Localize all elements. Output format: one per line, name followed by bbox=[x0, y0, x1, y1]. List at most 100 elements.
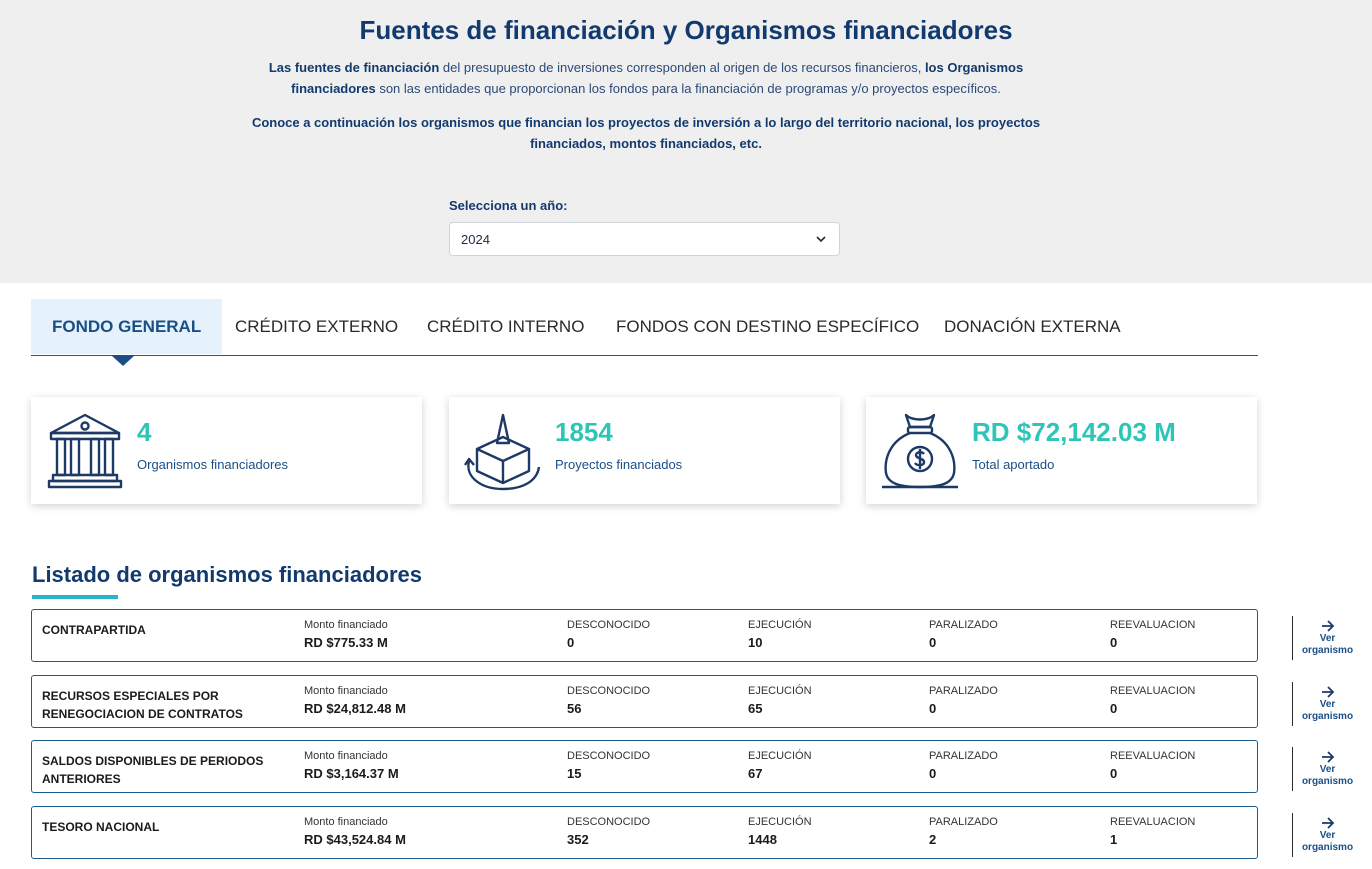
paralizado-column: PARALIZADO 0 bbox=[929, 619, 998, 650]
ver-label: Ver bbox=[1319, 764, 1336, 775]
ejecucion-label: EJECUCIÓN bbox=[748, 750, 812, 762]
reevaluacion-label: REEVALUACION bbox=[1110, 619, 1196, 631]
organismo-name: CONTRAPARTIDA bbox=[42, 623, 146, 637]
year-select-label: Selecciona un año: bbox=[449, 198, 568, 213]
stat-label: Proyectos financiados bbox=[555, 457, 683, 472]
list-title: Listado de organismos financiadores bbox=[32, 562, 422, 587]
monto-value: RD $3,164.37 M bbox=[304, 766, 399, 781]
chevron-down-icon bbox=[816, 236, 826, 243]
paralizado-column: PARALIZADO 2 bbox=[929, 816, 998, 847]
monto-value: RD $24,812.48 M bbox=[304, 701, 406, 716]
paralizado-value: 0 bbox=[929, 701, 937, 716]
tab-donacion-externa[interactable]: DONACIÓN EXTERNA bbox=[944, 299, 1121, 354]
monto-column: Monto financiado RD $24,812.48 M bbox=[304, 685, 406, 716]
stat-label: Total aportado bbox=[972, 457, 1055, 472]
paralizado-column: PARALIZADO 0 bbox=[929, 685, 998, 716]
desconocido-label: DESCONOCIDO bbox=[567, 685, 651, 697]
funding-source-tabs: FONDO GENERAL CRÉDITO EXTERNO CRÉDITO IN… bbox=[31, 299, 1258, 366]
desconocido-value: 0 bbox=[567, 635, 575, 650]
arrow-right-icon bbox=[1321, 817, 1334, 829]
desc-text-2: son las entidades que proporcionan los f… bbox=[375, 81, 1001, 96]
arrow-right-icon bbox=[1321, 751, 1334, 763]
desc-bold-1: Las fuentes de financiación bbox=[268, 60, 440, 75]
arrow-right-icon bbox=[1321, 620, 1334, 632]
table-row: TESORO NACIONAL Monto financiado RD $43,… bbox=[31, 806, 1258, 859]
table-row: CONTRAPARTIDA Monto financiado RD $775.3… bbox=[31, 609, 1258, 662]
ejecucion-label: EJECUCIÓN bbox=[748, 685, 812, 697]
ejecucion-value: 65 bbox=[748, 701, 763, 716]
ejecucion-value: 67 bbox=[748, 766, 763, 781]
desconocido-column: DESCONOCIDO 352 bbox=[567, 816, 650, 847]
paralizado-value: 2 bbox=[929, 832, 937, 847]
ejecucion-label: EJECUCIÓN bbox=[748, 619, 812, 631]
desconocido-column: DESCONOCIDO 0 bbox=[567, 619, 650, 650]
ejecucion-column: EJECUCIÓN 67 bbox=[748, 750, 812, 781]
tab-credito-interno[interactable]: CRÉDITO INTERNO bbox=[427, 299, 584, 354]
stat-label: Organismos financiadores bbox=[137, 457, 289, 472]
paralizado-value: 0 bbox=[929, 766, 937, 781]
stat-card-proyectos: 1854 Proyectos financiados bbox=[449, 397, 840, 504]
money-bag-icon bbox=[882, 413, 958, 489]
hero-description: Las fuentes de financiación del presupue… bbox=[246, 57, 1046, 99]
reevaluacion-value: 0 bbox=[1110, 701, 1118, 716]
bank-building-icon bbox=[47, 413, 123, 489]
reevaluacion-value: 0 bbox=[1110, 635, 1118, 650]
ver-organismo-button[interactable]: Ver organismo bbox=[1292, 747, 1362, 791]
desconocido-label: DESCONOCIDO bbox=[567, 816, 651, 828]
organismo-name: RECURSOS ESPECIALES POR RENEGOCIACION DE… bbox=[42, 689, 243, 721]
monto-value: RD $43,524.84 M bbox=[304, 832, 406, 847]
desconocido-value: 56 bbox=[567, 701, 582, 716]
year-select[interactable]: 2024 bbox=[449, 222, 840, 256]
ver-organismo-button[interactable]: Ver organismo bbox=[1292, 616, 1362, 660]
page-title: Fuentes de financiación y Organismos fin… bbox=[359, 15, 1013, 45]
reevaluacion-column: REEVALUACION 0 bbox=[1110, 750, 1195, 781]
reevaluacion-label: REEVALUACION bbox=[1110, 685, 1196, 697]
list-title-underline bbox=[32, 595, 118, 599]
ver-label: Ver bbox=[1319, 633, 1336, 644]
desconocido-label: DESCONOCIDO bbox=[567, 619, 651, 631]
reevaluacion-column: REEVALUACION 0 bbox=[1110, 619, 1195, 650]
organismo-name: TESORO NACIONAL bbox=[42, 820, 160, 834]
desconocido-value: 352 bbox=[567, 832, 589, 847]
reevaluacion-value: 0 bbox=[1110, 766, 1118, 781]
project-box-icon bbox=[464, 413, 541, 491]
monto-value: RD $775.33 M bbox=[304, 635, 388, 650]
stat-value: RD $72,142.03 M bbox=[972, 417, 1176, 447]
desconocido-label: DESCONOCIDO bbox=[567, 750, 651, 762]
paralizado-label: PARALIZADO bbox=[929, 685, 998, 697]
ejecucion-value: 1448 bbox=[748, 832, 777, 847]
reevaluacion-value: 1 bbox=[1110, 832, 1118, 847]
year-select-value: 2024 bbox=[461, 232, 490, 247]
monto-column: Monto financiado RD $43,524.84 M bbox=[304, 816, 406, 847]
paralizado-column: PARALIZADO 0 bbox=[929, 750, 998, 781]
ver-label: Ver bbox=[1319, 699, 1336, 710]
ver-label: Ver bbox=[1319, 830, 1336, 841]
ver-organismo-button[interactable]: Ver organismo bbox=[1292, 682, 1362, 726]
active-tab-indicator bbox=[111, 355, 135, 366]
paralizado-label: PARALIZADO bbox=[929, 619, 998, 631]
tab-fondos-destino-especifico[interactable]: FONDOS CON DESTINO ESPECÍFICO bbox=[616, 299, 919, 354]
desc-text-1: del presupuesto de inversiones correspon… bbox=[439, 60, 925, 75]
ejecucion-column: EJECUCIÓN 10 bbox=[748, 619, 812, 650]
monto-column: Monto financiado RD $3,164.37 M bbox=[304, 750, 399, 781]
paralizado-label: PARALIZADO bbox=[929, 816, 998, 828]
monto-label: Monto financiado bbox=[304, 816, 388, 828]
organismo-name: SALDOS DISPONIBLES DE PERIODOS ANTERIORE… bbox=[42, 754, 264, 786]
stat-card-total: RD $72,142.03 M Total aportado bbox=[866, 397, 1257, 504]
desconocido-value: 15 bbox=[567, 766, 582, 781]
monto-label: Monto financiado bbox=[304, 619, 388, 631]
ejecucion-value: 10 bbox=[748, 635, 763, 650]
stat-card-organismos: 4 Organismos financiadores bbox=[31, 397, 422, 504]
ejecucion-column: EJECUCIÓN 65 bbox=[748, 685, 812, 716]
monto-column: Monto financiado RD $775.33 M bbox=[304, 619, 388, 650]
tab-fondo-general[interactable]: FONDO GENERAL bbox=[31, 299, 223, 354]
monto-label: Monto financiado bbox=[304, 685, 388, 697]
tab-credito-externo[interactable]: CRÉDITO EXTERNO bbox=[235, 299, 398, 354]
reevaluacion-label: REEVALUACION bbox=[1110, 750, 1196, 762]
table-row: RECURSOS ESPECIALES POR RENEGOCIACION DE… bbox=[31, 675, 1258, 728]
ejecucion-column: EJECUCIÓN 1448 bbox=[748, 816, 812, 847]
ver-organismo-button[interactable]: Ver organismo bbox=[1292, 813, 1362, 857]
paralizado-label: PARALIZADO bbox=[929, 750, 998, 762]
reevaluacion-label: REEVALUACION bbox=[1110, 816, 1196, 828]
organismo-label: organismo bbox=[1301, 645, 1354, 656]
